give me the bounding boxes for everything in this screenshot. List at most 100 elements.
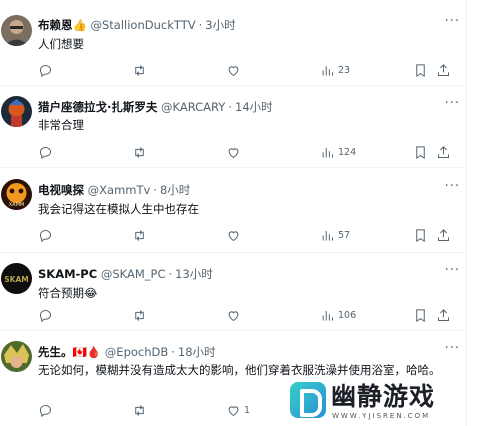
reply-button[interactable] — [38, 144, 53, 160]
user-handle[interactable]: @XammTv — [88, 183, 151, 197]
user-handle[interactable]: @KARCARY — [161, 100, 225, 114]
share-icon — [438, 145, 449, 158]
tweet[interactable]: SKAM SKAM-PC @SKAM_PC · 13小时 ··· 符合预期😂 106 — [0, 253, 466, 331]
retweet-button[interactable] — [132, 144, 147, 160]
watermark-url: WWW.YJISREN.COM — [332, 412, 431, 420]
tweet-actions: 23 — [38, 62, 452, 78]
more-options-icon[interactable]: ··· — [445, 14, 460, 29]
tweet-header: 布赖恩👍 @StallionDuckTTV · 3小时 — [38, 18, 236, 32]
avatar[interactable] — [1, 15, 32, 46]
tweet-header: 先生。🇨🇦🩸 @EpochDB · 18小时 — [38, 345, 216, 359]
bookmark-icon — [416, 228, 425, 242]
display-name[interactable]: 布赖恩👍 — [38, 18, 87, 32]
like-button[interactable] — [226, 144, 241, 160]
separator-dot: · — [171, 345, 175, 359]
timestamp[interactable]: 13小时 — [175, 267, 213, 281]
heart-icon — [228, 147, 239, 158]
share-icon — [438, 308, 449, 321]
views-button[interactable]: 57 — [320, 227, 350, 243]
heart-icon — [228, 405, 239, 416]
tweet[interactable]: 猎户座德拉戈·扎斯罗夫 @KARCARY · 14小时 ··· 非常合理 124 — [0, 86, 466, 168]
separator-dot: · — [198, 18, 203, 32]
retweet-icon — [135, 309, 144, 321]
tweet-feed: 布赖恩👍 @StallionDuckTTV · 3小时 ··· 人们想要 23 猎户… — [0, 0, 467, 426]
timestamp[interactable]: 18小时 — [178, 345, 216, 359]
views-chart-icon — [322, 65, 333, 75]
tweet-header: SKAM-PC @SKAM_PC · 13小时 — [38, 267, 213, 281]
bookmark-icon — [416, 308, 425, 322]
svg-text:XAMM: XAMM — [9, 202, 24, 208]
bookmark-icon — [416, 145, 425, 159]
timestamp[interactable]: 14小时 — [235, 100, 273, 114]
more-options-icon[interactable]: ··· — [445, 263, 460, 278]
bookmark-icon — [416, 63, 425, 77]
share-icon — [438, 228, 449, 241]
retweet-button[interactable] — [132, 227, 147, 243]
timestamp[interactable]: 3小时 — [205, 18, 235, 32]
like-button[interactable] — [226, 307, 241, 323]
views-chart-icon — [322, 230, 333, 240]
reply-button[interactable] — [38, 402, 53, 418]
tweet-text: 人们想要 — [38, 37, 84, 51]
views-button[interactable]: 23 — [320, 62, 350, 78]
tweet-actions: 124 — [38, 144, 452, 160]
reply-icon — [39, 229, 51, 242]
reply-button[interactable] — [38, 62, 53, 78]
bookmark-button[interactable] — [413, 307, 428, 323]
separator-dot: · — [153, 183, 157, 197]
user-handle[interactable]: @SKAM_PC — [101, 267, 166, 281]
separator-dot: · — [168, 267, 173, 281]
reply-icon — [39, 146, 51, 159]
display-name[interactable]: 猎户座德拉戈·扎斯罗夫 — [38, 100, 157, 114]
share-button[interactable] — [436, 227, 451, 243]
views-chart-icon — [322, 147, 333, 157]
reply-button[interactable] — [38, 307, 53, 323]
like-button[interactable] — [226, 62, 241, 78]
reply-icon — [39, 64, 51, 77]
views-button[interactable]: 106 — [320, 307, 356, 323]
views-button[interactable]: 124 — [320, 144, 356, 160]
reply-button[interactable] — [38, 227, 53, 243]
retweet-button[interactable] — [132, 307, 147, 323]
likes-count: 1 — [244, 404, 251, 416]
more-options-icon[interactable]: ··· — [445, 179, 460, 194]
views-count: 23 — [338, 64, 351, 76]
avatar[interactable]: XAMM — [1, 179, 32, 210]
share-button[interactable] — [436, 144, 451, 160]
more-options-icon[interactable]: ··· — [445, 341, 460, 356]
avatar[interactable] — [1, 96, 32, 127]
views-chart-icon — [322, 310, 333, 320]
avatar[interactable] — [1, 341, 32, 372]
tweet[interactable]: XAMM 电视嗅探 @XammTv · 8小时 ··· 我会记得这在模拟人生中也存在… — [0, 168, 466, 253]
retweet-icon — [135, 229, 144, 241]
tweet-text: 非常合理 — [38, 118, 84, 132]
reply-icon — [39, 309, 51, 322]
views-count: 124 — [338, 146, 357, 158]
share-button[interactable] — [436, 307, 451, 323]
like-button[interactable]: 1 — [226, 402, 250, 418]
bookmark-button[interactable] — [413, 227, 428, 243]
share-button[interactable] — [436, 62, 451, 78]
retweet-icon — [135, 146, 144, 158]
timestamp[interactable]: 8小时 — [160, 183, 190, 197]
heart-icon — [228, 230, 239, 241]
heart-icon — [228, 65, 239, 76]
user-handle[interactable]: @StallionDuckTTV — [90, 18, 195, 32]
bookmark-button[interactable] — [413, 62, 428, 78]
avatar[interactable]: SKAM — [1, 263, 32, 294]
watermark-title: 幽静游戏 — [331, 382, 436, 411]
tweet-text: 无论如何，模糊并没有造成太大的影响，他们穿着衣服洗澡并使用浴室，哈哈。 — [38, 363, 441, 377]
retweet-icon — [135, 64, 144, 76]
more-options-icon[interactable]: ··· — [445, 96, 460, 111]
retweet-button[interactable] — [132, 402, 147, 418]
tweet[interactable]: 布赖恩👍 @StallionDuckTTV · 3小时 ··· 人们想要 23 — [0, 0, 466, 86]
retweet-button[interactable] — [132, 62, 147, 78]
views-count: 106 — [338, 309, 357, 321]
retweet-icon — [135, 404, 144, 416]
user-handle[interactable]: @EpochDB — [105, 345, 168, 359]
display-name[interactable]: 电视嗅探 — [38, 183, 84, 197]
display-name[interactable]: 先生。🇨🇦🩸 — [38, 345, 101, 359]
display-name[interactable]: SKAM-PC — [38, 267, 97, 281]
bookmark-button[interactable] — [413, 144, 428, 160]
like-button[interactable] — [226, 227, 241, 243]
